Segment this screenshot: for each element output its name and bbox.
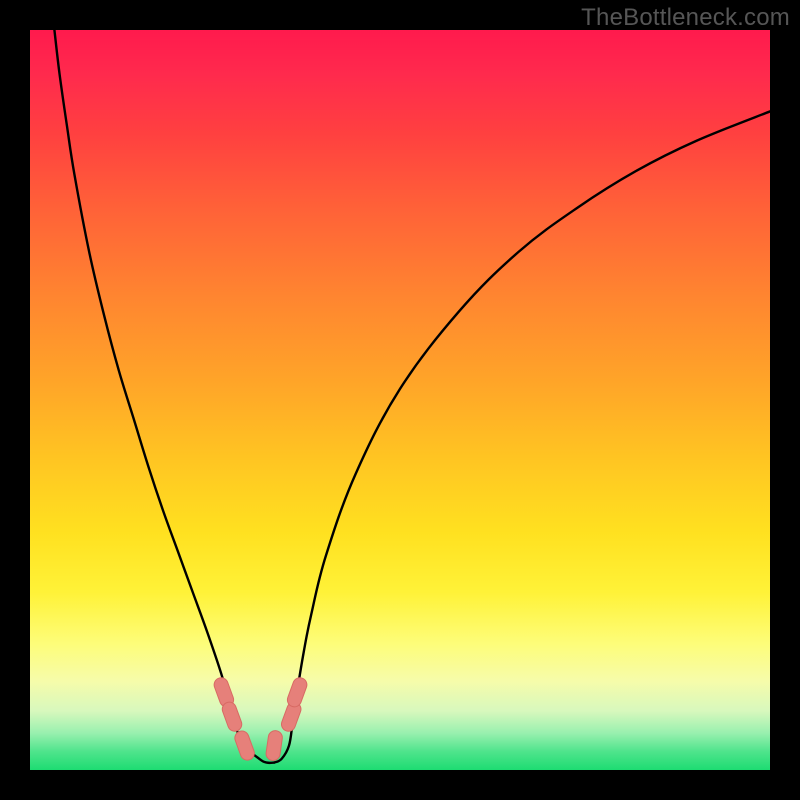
curve-right-branch: [274, 111, 770, 762]
data-marker: [233, 729, 256, 762]
watermark-text: TheBottleneck.com: [581, 4, 790, 32]
data-marker: [265, 730, 283, 762]
chart-svg: [30, 30, 770, 770]
chart-frame: TheBottleneck.com: [0, 0, 800, 800]
data-marker: [285, 676, 308, 709]
plot-area: [30, 30, 770, 770]
data-marker: [220, 700, 243, 733]
curve-left-branch: [54, 30, 274, 763]
marker-group: [212, 676, 309, 762]
